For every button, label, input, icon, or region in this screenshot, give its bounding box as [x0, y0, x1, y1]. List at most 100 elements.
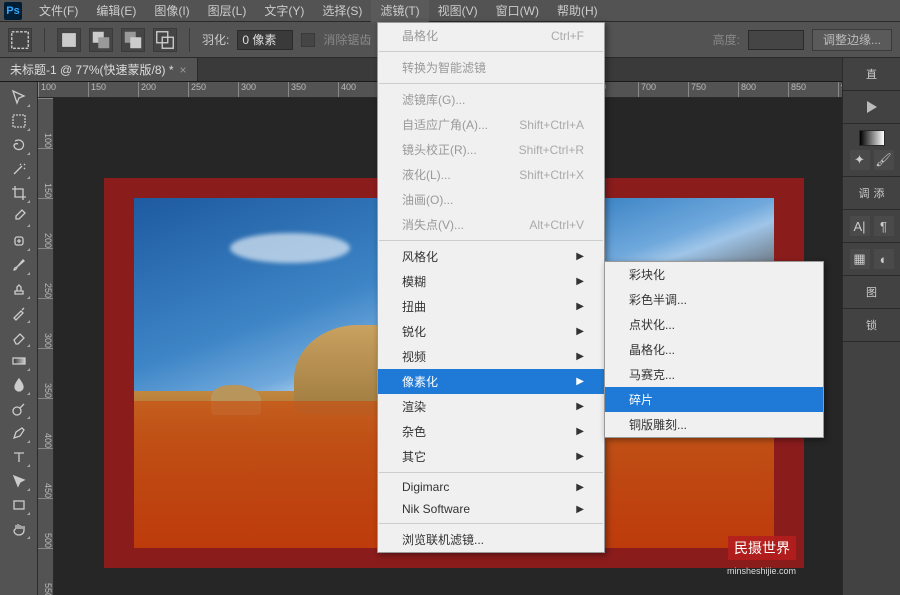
- submenu-item-crystallize[interactable]: 晶格化...: [605, 337, 823, 362]
- selection-new-icon[interactable]: [57, 28, 81, 52]
- ruler-vertical: 100150200250300350400450500550600650: [38, 98, 54, 595]
- menu-item-convert-smart[interactable]: 转换为智能滤镜: [378, 55, 604, 80]
- hand-tool[interactable]: [7, 518, 31, 540]
- brush-icon[interactable]: 🖌: [874, 150, 894, 170]
- selection-add-icon[interactable]: [89, 28, 113, 52]
- submenu-item-facet[interactable]: 彩块化: [605, 262, 823, 287]
- tab-title: 未标题-1 @ 77%(快速蒙版/8) *: [10, 61, 174, 78]
- separator: [379, 240, 603, 241]
- swatch-icon[interactable]: [859, 130, 885, 146]
- menu-filter[interactable]: 滤镜(T): [371, 0, 428, 22]
- clone-stamp-tool[interactable]: [7, 278, 31, 300]
- separator: [379, 472, 603, 473]
- layers-icon[interactable]: ▦: [850, 249, 870, 269]
- menu-item-distort[interactable]: 扭曲▶: [378, 294, 604, 319]
- menu-item-blur[interactable]: 模糊▶: [378, 269, 604, 294]
- dodge-tool[interactable]: [7, 398, 31, 420]
- pen-tool[interactable]: [7, 422, 31, 444]
- menu-item-adaptive-wide[interactable]: 自适应广角(A)...Shift+Ctrl+A: [378, 112, 604, 137]
- menu-item-browse-online[interactable]: 浏览联机滤镜...: [378, 527, 604, 552]
- submenu-item-color-halftone[interactable]: 彩色半调...: [605, 287, 823, 312]
- app-logo: Ps: [4, 2, 22, 20]
- gradient-tool[interactable]: [7, 350, 31, 372]
- menu-item-pixelate[interactable]: 像素化▶ 彩块化 彩色半调... 点状化... 晶格化... 马赛克... 碎片…: [378, 369, 604, 394]
- menu-type[interactable]: 文字(Y): [255, 0, 313, 22]
- play-icon[interactable]: [867, 101, 877, 113]
- menu-select[interactable]: 选择(S): [313, 0, 371, 22]
- menu-edit[interactable]: 编辑(E): [87, 0, 145, 22]
- menu-image[interactable]: 图像(I): [145, 0, 198, 22]
- adjustments-icon[interactable]: ◐: [874, 249, 894, 269]
- menu-item-stylize[interactable]: 风格化▶: [378, 244, 604, 269]
- menu-item-vanishing-point[interactable]: 消失点(V)...Alt+Ctrl+V: [378, 212, 604, 237]
- refine-edge-button[interactable]: 调整边缘...: [812, 29, 892, 51]
- type-tool[interactable]: [7, 446, 31, 468]
- menubar: Ps 文件(F) 编辑(E) 图像(I) 图层(L) 文字(Y) 选择(S) 滤…: [0, 0, 900, 22]
- submenu-item-pointillize[interactable]: 点状化...: [605, 312, 823, 337]
- feather-input[interactable]: [237, 30, 293, 50]
- menu-item-video[interactable]: 视频▶: [378, 344, 604, 369]
- menu-item-nik[interactable]: Nik Software▶: [378, 498, 604, 520]
- menu-item-noise[interactable]: 杂色▶: [378, 419, 604, 444]
- eyedropper-tool[interactable]: [7, 206, 31, 228]
- feather-label: 羽化:: [202, 31, 229, 48]
- menu-item-filter-gallery[interactable]: 滤镜库(G)...: [378, 87, 604, 112]
- watermark: 民摄世界: [728, 536, 796, 560]
- history-brush-tool[interactable]: [7, 302, 31, 324]
- brush-preset-icon[interactable]: ✦: [850, 150, 870, 170]
- close-icon[interactable]: ×: [180, 63, 187, 77]
- menu-layer[interactable]: 图层(L): [199, 0, 256, 22]
- menu-item-digimarc[interactable]: Digimarc▶: [378, 476, 604, 498]
- move-tool[interactable]: [7, 86, 31, 108]
- filter-menu-dropdown: 晶格化Ctrl+F 转换为智能滤镜 滤镜库(G)... 自适应广角(A)...S…: [377, 22, 605, 553]
- menu-item-lens-correction[interactable]: 镜头校正(R)...Shift+Ctrl+R: [378, 137, 604, 162]
- marquee-tool[interactable]: [7, 110, 31, 132]
- menu-help[interactable]: 帮助(H): [548, 0, 607, 22]
- separator: [379, 51, 603, 52]
- char-icon[interactable]: A|: [850, 216, 870, 236]
- path-selection-tool[interactable]: [7, 470, 31, 492]
- height-label: 高度:: [713, 31, 740, 48]
- tool-panel: [0, 82, 38, 595]
- menu-item-last-filter[interactable]: 晶格化Ctrl+F: [378, 23, 604, 48]
- antialias-checkbox[interactable]: [301, 33, 315, 47]
- eraser-tool[interactable]: [7, 326, 31, 348]
- menu-view[interactable]: 视图(V): [429, 0, 487, 22]
- panel-tab[interactable]: 添: [874, 183, 885, 203]
- height-input[interactable]: [748, 30, 804, 50]
- panel-tab[interactable]: 调: [859, 183, 870, 203]
- submenu-item-mosaic[interactable]: 马赛克...: [605, 362, 823, 387]
- menu-item-render[interactable]: 渲染▶: [378, 394, 604, 419]
- menu-file[interactable]: 文件(F): [30, 0, 87, 22]
- pixelate-submenu: 彩块化 彩色半调... 点状化... 晶格化... 马赛克... 碎片 铜版雕刻…: [604, 261, 824, 438]
- selection-subtract-icon[interactable]: [121, 28, 145, 52]
- watermark-url: minsheshijie.com: [727, 566, 796, 576]
- panel-tab[interactable]: 锁: [866, 315, 877, 335]
- magic-wand-tool[interactable]: [7, 158, 31, 180]
- menu-item-other[interactable]: 其它▶: [378, 444, 604, 469]
- rectangle-tool[interactable]: [7, 494, 31, 516]
- selection-intersect-icon[interactable]: [153, 28, 177, 52]
- blur-tool[interactable]: [7, 374, 31, 396]
- tool-preset-icon[interactable]: [8, 28, 32, 52]
- document-tab[interactable]: 未标题-1 @ 77%(快速蒙版/8) * ×: [0, 58, 198, 81]
- separator: [379, 83, 603, 84]
- menu-window[interactable]: 窗口(W): [487, 0, 548, 22]
- separator: [44, 28, 45, 52]
- antialias-label: 消除锯齿: [323, 31, 371, 48]
- panel-tab[interactable]: 直: [866, 64, 877, 84]
- menu-item-liquify[interactable]: 液化(L)...Shift+Ctrl+X: [378, 162, 604, 187]
- separator: [189, 28, 190, 52]
- right-panel-strip: 直 ✦🖌 调添 A|¶ ▦◐ 图 锁: [842, 58, 900, 595]
- menu-item-sharpen[interactable]: 锐化▶: [378, 319, 604, 344]
- para-icon[interactable]: ¶: [874, 216, 894, 236]
- crop-tool[interactable]: [7, 182, 31, 204]
- submenu-item-mezzotint[interactable]: 铜版雕刻...: [605, 412, 823, 437]
- separator: [379, 523, 603, 524]
- panel-tab[interactable]: 图: [866, 282, 877, 302]
- menu-item-oil-paint[interactable]: 油画(O)...: [378, 187, 604, 212]
- submenu-item-fragment[interactable]: 碎片: [605, 387, 823, 412]
- lasso-tool[interactable]: [7, 134, 31, 156]
- brush-tool[interactable]: [7, 254, 31, 276]
- healing-brush-tool[interactable]: [7, 230, 31, 252]
